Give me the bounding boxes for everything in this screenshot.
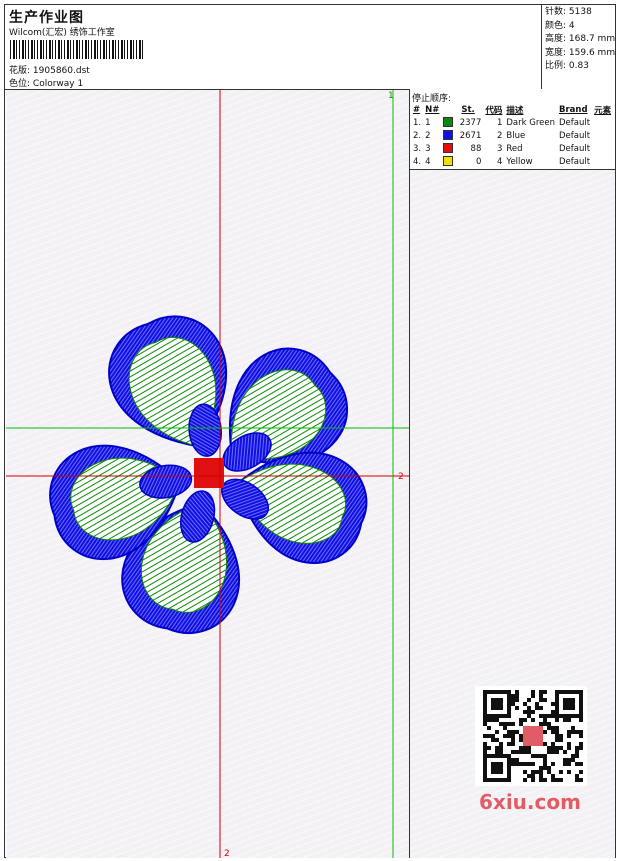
col-code: 代码 <box>485 106 503 116</box>
right-marker: 2 <box>398 472 404 482</box>
colorway-label: 色位: <box>9 79 31 89</box>
file-label: 花版: <box>9 66 31 76</box>
row-description: Dark Green <box>506 117 556 128</box>
col-description: 描述 <box>506 106 524 116</box>
qr-logo <box>523 726 543 746</box>
row-element <box>592 129 613 142</box>
stat-height: 高度: 168.7 mm <box>545 34 616 45</box>
row-element <box>592 116 613 129</box>
stop-sequence-title: 停止顺序: <box>412 94 452 104</box>
production-sheet: 生产作业图 Wilcom(汇宏) 绣饰工作室 花版: 1905860.dst 色… <box>4 4 616 858</box>
row-description: Red <box>506 143 523 154</box>
table-header: # N# St. 代码 描述 Brand 元素 <box>411 104 613 116</box>
row-element <box>592 155 613 168</box>
row-stitches: 0 <box>441 155 483 168</box>
flower-motif <box>49 315 368 634</box>
row-index: 3. <box>413 143 422 154</box>
color-swatch <box>443 143 454 154</box>
col-element: 元素 <box>594 106 612 116</box>
watermark-text: 6xiu.com <box>479 790 581 814</box>
row-number: 2 <box>425 130 431 141</box>
stat-colors: 颜色: 4 <box>545 20 575 31</box>
color-swatch <box>443 156 454 167</box>
color-swatch <box>443 130 454 141</box>
col-stitches: St. <box>461 105 475 115</box>
col-brand: Brand <box>559 105 588 115</box>
row-index: 2. <box>413 130 422 141</box>
stats-panel: 针数: 5138 颜色: 4 高度: 168.7 mm 宽度: 159.6 mm… <box>541 5 617 89</box>
row-code: 2 <box>496 130 503 141</box>
row-number: 1 <box>425 117 431 128</box>
bottom-marker: 2 <box>224 849 230 858</box>
row-number: 3 <box>425 143 431 154</box>
row-number: 4 <box>425 156 431 167</box>
row-index: 4. <box>413 156 422 167</box>
stop-sequence: 停止顺序: # N# St. 代码 描述 Brand 元素 1. 1 2377 1 D… <box>410 89 615 170</box>
sheet-header: 生产作业图 Wilcom(汇宏) 绣饰工作室 花版: 1905860.dst 色… <box>5 5 541 89</box>
table-row: 3. 3 88 3 Red Default <box>411 142 613 155</box>
stop-sequence-table: # N# St. 代码 描述 Brand 元素 1. 1 2377 1 Dark Gr… <box>411 104 613 168</box>
file-name: 1905860.dst <box>32 66 90 76</box>
qr-code-image <box>483 690 583 782</box>
table-row: 4. 4 0 4 Yellow Default <box>411 155 613 168</box>
row-code: 1 <box>496 117 503 128</box>
row-stitches: 88 <box>441 142 483 155</box>
sheet-subtitle: Wilcom(汇宏) 绣饰工作室 <box>9 28 115 38</box>
row-brand: Default <box>559 143 591 154</box>
colorway-name: Colorway 1 <box>32 79 84 89</box>
sheet-title: 生产作业图 <box>9 10 84 26</box>
stat-scale: 比例: 0.83 <box>545 61 589 72</box>
qr-code <box>475 686 587 786</box>
row-brand: Default <box>559 156 591 167</box>
file-info: 花版: 1905860.dst <box>9 63 90 76</box>
row-description: Yellow <box>506 156 533 167</box>
col-number: N# <box>425 105 440 115</box>
row-brand: Default <box>559 117 591 128</box>
row-brand: Default <box>559 130 591 141</box>
row-code: 4 <box>496 156 503 167</box>
top-marker: 1 <box>388 91 394 101</box>
col-index: # <box>413 105 421 115</box>
colorway-info: 色位: Colorway 1 <box>9 76 83 89</box>
design-preview: 2 2 1 <box>6 90 409 858</box>
embroidery-design: 2 2 1 <box>6 90 409 858</box>
row-code: 3 <box>496 143 503 154</box>
row-element <box>592 142 613 155</box>
row-description: Blue <box>506 130 526 141</box>
table-row: 2. 2 2671 2 Blue Default <box>411 129 613 142</box>
qr-finder <box>491 698 503 710</box>
qr-finder <box>491 762 503 774</box>
stat-stitches: 针数: 5138 <box>545 7 592 17</box>
qr-finder <box>563 698 575 710</box>
barcode <box>10 40 144 59</box>
row-stitches: 2671 <box>441 129 483 142</box>
row-index: 1. <box>413 117 422 128</box>
color-swatch <box>443 117 454 128</box>
stat-width: 宽度: 159.6 mm <box>545 47 616 58</box>
table-row: 1. 1 2377 1 Dark Green Default <box>411 116 613 129</box>
row-stitches: 2377 <box>441 116 483 129</box>
